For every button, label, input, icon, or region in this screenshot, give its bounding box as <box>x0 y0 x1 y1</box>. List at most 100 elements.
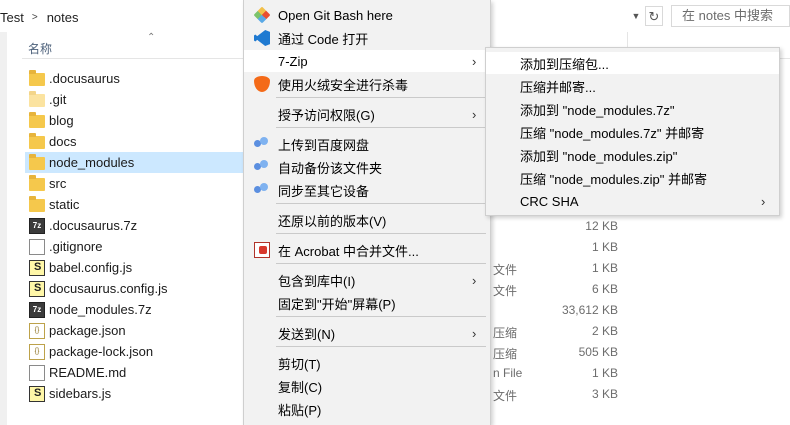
file-name: README.md <box>49 365 127 380</box>
search-input[interactable]: 在 notes 中搜索 <box>671 5 790 27</box>
file-row[interactable]: blog <box>25 110 250 131</box>
chevron-right-icon: › <box>472 53 477 69</box>
chevron-right-icon: › <box>472 106 477 122</box>
menu-item-label: 7-Zip <box>278 53 308 69</box>
menu-separator <box>276 203 486 204</box>
7zip-submenu: 添加到压缩包... 压缩并邮寄... 添加到 "node_modules.7z" 压缩… <box>485 47 780 216</box>
submenu-item-label: 压缩 "node_modules.7z" 并邮寄 <box>520 125 705 141</box>
menu-item-5[interactable]: 授予访问权限(G) › <box>244 103 490 125</box>
submenu-item-2[interactable]: 压缩并邮寄... <box>486 75 779 97</box>
file-type: 文件 <box>493 263 518 277</box>
menu-item-6[interactable]: 上传到百度网盘 <box>244 133 490 155</box>
file-icon <box>29 364 45 381</box>
file-name: package-lock.json <box>49 344 154 359</box>
file-row[interactable]: .docusaurus <box>25 68 250 89</box>
file-name: package.json <box>49 323 126 338</box>
menu-item-2[interactable]: 通过 Code 打开 <box>244 27 490 49</box>
baidu-cloud-icon <box>254 159 268 171</box>
7z-archive-icon: 7z <box>29 217 45 234</box>
file-row[interactable]: docusaurus.config.js <box>25 278 250 299</box>
file-row[interactable]: docs <box>25 131 250 152</box>
file-row[interactable]: {} package-lock.json <box>25 341 250 362</box>
file-row[interactable]: node_modules <box>25 152 250 173</box>
baidu-cloud-icon <box>254 136 268 148</box>
file-row[interactable]: {} package.json <box>25 320 250 341</box>
menu-separator <box>276 346 486 347</box>
chevron-right-icon[interactable]: > <box>32 12 38 23</box>
folder-icon <box>29 133 45 149</box>
menu-item-10[interactable]: 在 Acrobat 中合并文件... <box>244 239 490 261</box>
chevron-right-icon: › <box>472 325 477 341</box>
file-size: 6 KB <box>591 282 618 296</box>
folder-icon <box>29 91 45 107</box>
file-row[interactable]: 7z .docusaurus.7z <box>25 215 250 236</box>
menu-item-label: 粘贴(P) <box>278 402 322 418</box>
submenu-item-7[interactable]: CRC SHA › <box>486 190 779 212</box>
menu-item-8[interactable]: 同步至其它设备 <box>244 179 490 201</box>
menu-item-7[interactable]: 自动备份该文件夹 <box>244 156 490 178</box>
menu-separator <box>276 97 486 98</box>
menu-separator <box>276 127 486 128</box>
file-name: static <box>49 197 80 212</box>
menu-separator <box>276 316 486 317</box>
column-name-header[interactable]: 名称 <box>28 40 52 57</box>
menu-item-label: 同步至其它设备 <box>278 183 370 199</box>
menu-item-label: 上传到百度网盘 <box>278 137 370 153</box>
breadcrumb-item-notes[interactable]: notes <box>47 10 79 25</box>
js-file-icon <box>29 385 45 402</box>
menu-item-4[interactable]: 使用火绒安全进行杀毒 <box>244 73 490 95</box>
file-row[interactable]: README.md <box>25 362 250 383</box>
menu-item-3[interactable]: 7-Zip › <box>244 50 490 72</box>
menu-item-13[interactable]: 发送到(N) › <box>244 322 490 344</box>
menu-item-16[interactable]: 粘贴(P) <box>244 398 490 420</box>
file-name: docs <box>49 134 77 149</box>
menu-item-15[interactable]: 复制(C) <box>244 375 490 397</box>
menu-item-label: 固定到"开始"屏幕(P) <box>278 296 396 312</box>
submenu-item-4[interactable]: 压缩 "node_modules.7z" 并邮寄 <box>486 121 779 143</box>
submenu-item-3[interactable]: 添加到 "node_modules.7z" <box>486 98 779 120</box>
folder-icon <box>29 112 45 128</box>
menu-item-label: 在 Acrobat 中合并文件... <box>278 243 419 259</box>
menu-item-label: 授予访问权限(G) <box>278 107 375 123</box>
file-row[interactable]: babel.config.js <box>25 257 250 278</box>
submenu-item-5[interactable]: 添加到 "node_modules.zip" <box>486 144 779 166</box>
baidu-cloud-icon <box>254 182 268 194</box>
submenu-item-label: 添加到压缩包... <box>520 56 609 72</box>
menu-item-label: Open Git Bash here <box>278 7 393 23</box>
menu-item-12[interactable]: 固定到"开始"屏幕(P) <box>244 292 490 314</box>
menu-item-9[interactable]: 还原以前的版本(V) <box>244 209 490 231</box>
submenu-item-label: 压缩 "node_modules.zip" 并邮寄 <box>520 171 707 187</box>
menu-item-label: 发送到(N) <box>278 326 336 342</box>
menu-item-label: 自动备份该文件夹 <box>278 160 383 176</box>
file-type: 文件 <box>493 284 518 298</box>
menu-item-label: 剪切(T) <box>278 356 321 372</box>
menu-item-1[interactable]: Open Git Bash here <box>244 4 490 26</box>
file-row[interactable]: src <box>25 173 250 194</box>
breadcrumb-item-test[interactable]: Test <box>0 10 24 25</box>
folder-icon <box>29 175 45 191</box>
chevron-right-icon: › <box>472 272 477 288</box>
refresh-icon[interactable]: ↻ <box>645 6 663 26</box>
file-name: blog <box>49 113 74 128</box>
menu-item-14[interactable]: 剪切(T) <box>244 352 490 374</box>
file-row[interactable]: static <box>25 194 250 215</box>
submenu-item-label: 压缩并邮寄... <box>520 79 596 95</box>
folder-icon <box>29 70 45 86</box>
breadcrumb[interactable]: Test > notes <box>0 9 79 25</box>
menu-item-label: 使用火绒安全进行杀毒 <box>278 77 409 93</box>
file-row[interactable]: sidebars.js <box>25 383 250 404</box>
submenu-item-6[interactable]: 压缩 "node_modules.zip" 并邮寄 <box>486 167 779 189</box>
sort-ascending-icon: ⌃ <box>147 32 156 43</box>
file-size: 2 KB <box>591 324 618 338</box>
file-row[interactable]: 7z node_modules.7z <box>25 299 250 320</box>
file-size: 12 KB <box>585 219 618 233</box>
file-size: 505 KB <box>578 345 618 359</box>
file-row[interactable]: .gitignore <box>25 236 250 257</box>
file-type: n File <box>493 366 523 380</box>
menu-item-11[interactable]: 包含到库中(I) › <box>244 269 490 291</box>
submenu-item-1[interactable]: 添加到压缩包... <box>486 52 779 74</box>
context-menu: Open Git Bash here 通过 Code 打开 7-Zip › 使用火绒安全… <box>243 0 491 425</box>
file-type: 文件 <box>493 389 518 403</box>
chevron-down-icon[interactable]: ▼ <box>629 8 643 24</box>
file-row[interactable]: .git <box>25 89 250 110</box>
